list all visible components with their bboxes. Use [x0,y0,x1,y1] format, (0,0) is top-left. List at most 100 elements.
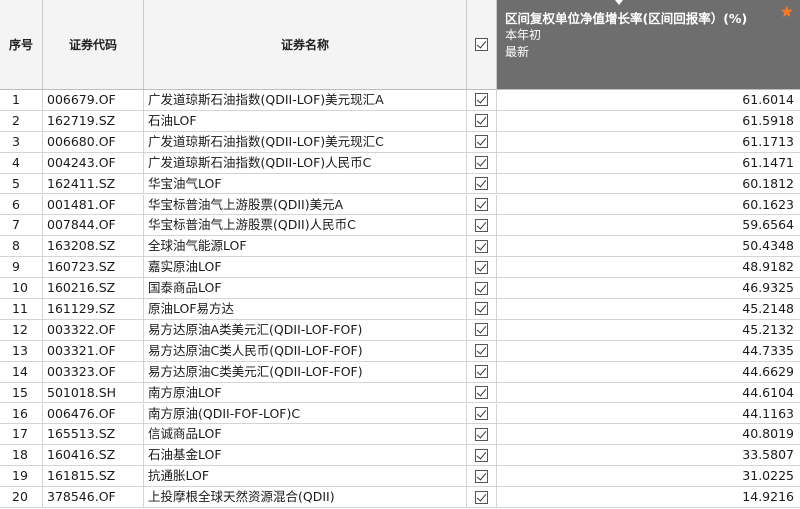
table-row[interactable]: 18 160416.SZ 石油基金LOF 33.5807 [0,445,800,467]
table-row[interactable]: 2 162719.SZ 石油LOF 61.5918 [0,110,800,132]
security-code[interactable]: 501018.SH [43,382,144,404]
checkbox-checked-icon[interactable] [475,427,488,441]
security-name[interactable]: 广发道琼斯石油指数(QDII-LOF)美元现汇A [144,90,467,111]
security-code[interactable]: 160723.SZ [43,257,144,279]
table-row[interactable]: 4 004243.OF 广发道琼斯石油指数(QDII-LOF)人民币C 61.1471 [0,152,800,174]
table-row[interactable]: 17 165513.SZ 信诚商品LOF 40.8019 [0,424,800,446]
checkbox-checked-icon[interactable] [475,239,488,253]
security-name[interactable]: 国泰商品LOF [144,278,467,299]
row-select-cell[interactable] [467,403,497,425]
security-name[interactable]: 抗通胀LOF [144,466,467,488]
row-select-cell[interactable] [467,215,497,237]
table-row[interactable]: 3 006680.OF 广发道琼斯石油指数(QDII-LOF)美元现汇C 61.171… [0,131,800,153]
security-code[interactable]: 162719.SZ [43,110,144,132]
row-select-cell[interactable] [467,340,497,362]
security-code[interactable]: 001481.OF [43,194,144,216]
checkbox-checked-icon[interactable] [475,177,488,191]
row-select-cell[interactable] [467,257,497,279]
security-name[interactable]: 嘉实原油LOF [144,257,467,279]
security-name[interactable]: 易方达原油A类美元汇(QDII-LOF-FOF) [144,319,467,341]
security-name[interactable]: 信诚商品LOF [144,424,467,446]
checkbox-checked-icon[interactable] [475,260,488,274]
row-select-cell[interactable] [467,361,497,383]
security-code[interactable]: 003322.OF [43,319,144,341]
row-select-cell[interactable] [467,445,497,467]
table-row[interactable]: 9 160723.SZ 嘉实原油LOF 48.9182 [0,257,800,279]
sort-desc-icon[interactable] [615,0,623,5]
table-row[interactable]: 16 006476.OF 南方原油(QDII-FOF-LOF)C 44.1163 [0,403,800,425]
security-code[interactable]: 007844.OF [43,215,144,237]
row-select-cell[interactable] [467,466,497,488]
checkbox-checked-icon[interactable] [475,93,488,107]
col-header-select[interactable] [467,0,497,90]
security-name[interactable]: 华宝标普油气上游股票(QDII)人民币C [144,215,467,237]
security-name[interactable]: 南方原油(QDII-FOF-LOF)C [144,403,467,425]
security-code[interactable]: 006680.OF [43,131,144,153]
security-name[interactable]: 广发道琼斯石油指数(QDII-LOF)美元现汇C [144,131,467,153]
checkbox-checked-icon[interactable] [475,218,488,232]
security-name[interactable]: 石油LOF [144,110,467,132]
row-select-cell[interactable] [467,110,497,132]
table-row[interactable]: 1 006679.OF 广发道琼斯石油指数(QDII-LOF)美元现汇A 61.601… [0,90,800,111]
security-name[interactable]: 全球油气能源LOF [144,236,467,258]
row-select-cell[interactable] [467,173,497,195]
table-row[interactable]: 14 003323.OF 易方达原油C类美元汇(QDII-LOF-FOF) 44.66… [0,361,800,383]
security-code[interactable]: 378546.OF [43,487,144,508]
checkbox-checked-icon[interactable] [475,469,488,483]
security-code[interactable]: 165513.SZ [43,424,144,446]
col-header-index[interactable]: 序号 [0,0,43,90]
checkbox-checked-icon[interactable] [475,365,488,379]
table-row[interactable]: 15 501018.SH 南方原油LOF 44.6104 [0,382,800,404]
col-header-return[interactable]: ★ 区间复权单位净值增长率(区间回报率）(%) 本年初 最新 [497,0,800,90]
security-code[interactable]: 160216.SZ [43,278,144,299]
checkbox-checked-icon[interactable] [475,281,488,295]
security-name[interactable]: 上投摩根全球天然资源混合(QDII) [144,487,467,508]
select-all-checkbox-icon[interactable] [475,38,488,51]
security-name[interactable]: 原油LOF易方达 [144,299,467,320]
checkbox-checked-icon[interactable] [475,156,488,170]
security-code[interactable]: 006476.OF [43,403,144,425]
row-select-cell[interactable] [467,236,497,258]
security-name[interactable]: 石油基金LOF [144,445,467,467]
row-select-cell[interactable] [467,299,497,320]
table-row[interactable]: 5 162411.SZ 华宝油气LOF 60.1812 [0,173,800,195]
checkbox-checked-icon[interactable] [475,197,488,211]
col-header-code[interactable]: 证券代码 [43,0,144,90]
table-row[interactable]: 7 007844.OF 华宝标普油气上游股票(QDII)人民币C 59.6564 [0,215,800,237]
star-icon[interactable]: ★ [780,4,794,20]
checkbox-checked-icon[interactable] [475,490,488,504]
table-row[interactable]: 19 161815.SZ 抗通胀LOF 31.0225 [0,466,800,488]
checkbox-checked-icon[interactable] [475,406,488,420]
table-row[interactable]: 12 003322.OF 易方达原油A类美元汇(QDII-LOF-FOF) 45.21… [0,319,800,341]
row-select-cell[interactable] [467,319,497,341]
table-row[interactable]: 6 001481.OF 华宝标普油气上游股票(QDII)美元A 60.1623 [0,194,800,216]
security-name[interactable]: 易方达原油C类人民币(QDII-LOF-FOF) [144,340,467,362]
security-code[interactable]: 162411.SZ [43,173,144,195]
checkbox-checked-icon[interactable] [475,114,488,128]
security-code[interactable]: 006679.OF [43,90,144,111]
security-code[interactable]: 160416.SZ [43,445,144,467]
row-select-cell[interactable] [467,487,497,508]
checkbox-checked-icon[interactable] [475,323,488,337]
security-code[interactable]: 163208.SZ [43,236,144,258]
security-code[interactable]: 161815.SZ [43,466,144,488]
security-name[interactable]: 华宝标普油气上游股票(QDII)美元A [144,194,467,216]
security-code[interactable]: 003323.OF [43,361,144,383]
security-name[interactable]: 南方原油LOF [144,382,467,404]
row-select-cell[interactable] [467,424,497,446]
table-row[interactable]: 8 163208.SZ 全球油气能源LOF 50.4348 [0,236,800,258]
row-select-cell[interactable] [467,131,497,153]
checkbox-checked-icon[interactable] [475,448,488,462]
checkbox-checked-icon[interactable] [475,344,488,358]
security-code[interactable]: 003321.OF [43,340,144,362]
row-select-cell[interactable] [467,152,497,174]
table-row[interactable]: 13 003321.OF 易方达原油C类人民币(QDII-LOF-FOF) 44.73… [0,340,800,362]
security-name[interactable]: 华宝油气LOF [144,173,467,195]
security-code[interactable]: 004243.OF [43,152,144,174]
table-row[interactable]: 10 160216.SZ 国泰商品LOF 46.9325 [0,278,800,299]
checkbox-checked-icon[interactable] [475,302,488,316]
checkbox-checked-icon[interactable] [475,386,488,400]
row-select-cell[interactable] [467,382,497,404]
row-select-cell[interactable] [467,90,497,111]
table-row[interactable]: 11 161129.SZ 原油LOF易方达 45.2148 [0,299,800,320]
